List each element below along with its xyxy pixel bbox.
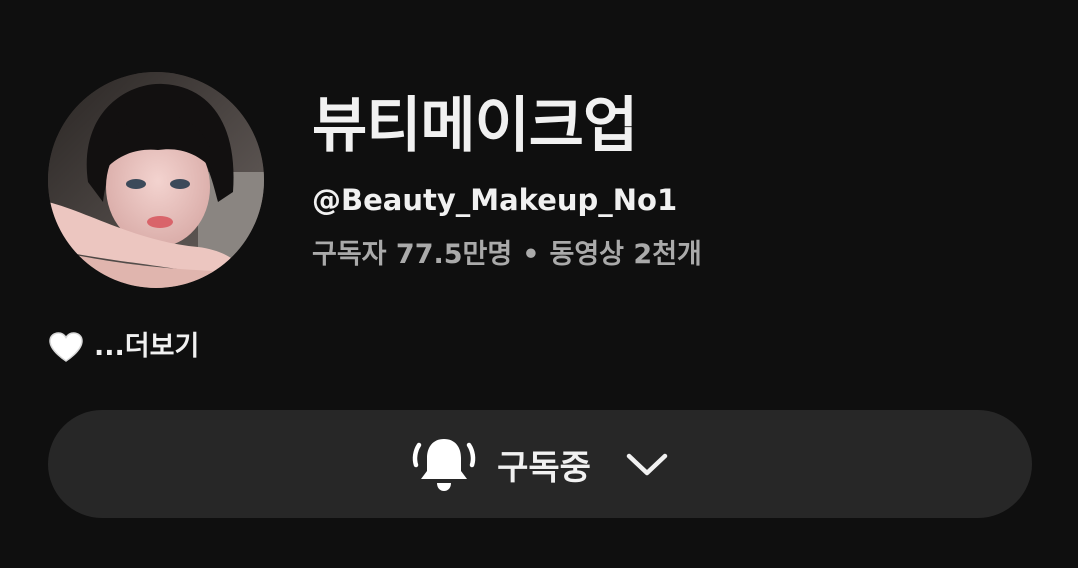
subscribed-label: 구독중 — [497, 447, 591, 488]
channel-stats: 구독자 77.5만명 • 동영상 2천개 — [312, 236, 702, 274]
separator-dot: • — [522, 239, 540, 270]
channel-handle: @Beauty_Makeup_No1 — [312, 183, 678, 217]
chevron-down-icon — [626, 453, 668, 476]
channel-header: 뷰티메이크업 @Beauty_Makeup_No1 구독자 77.5만명 • 동영상… — [0, 0, 1078, 568]
channel-avatar[interactable] — [48, 72, 264, 288]
subscribed-button[interactable]: 구독중 — [48, 410, 1032, 518]
video-count: 동영상 2천개 — [549, 239, 702, 270]
notification-bell-ringing-icon — [412, 439, 476, 491]
avatar-image — [48, 72, 264, 288]
channel-name: 뷰티메이크업 — [312, 91, 638, 161]
channel-description[interactable]: ...더보기 — [48, 328, 199, 366]
more-link[interactable]: ...더보기 — [94, 328, 199, 366]
subscriber-count: 구독자 77.5만명 — [312, 239, 513, 270]
white-heart-icon — [49, 332, 83, 362]
